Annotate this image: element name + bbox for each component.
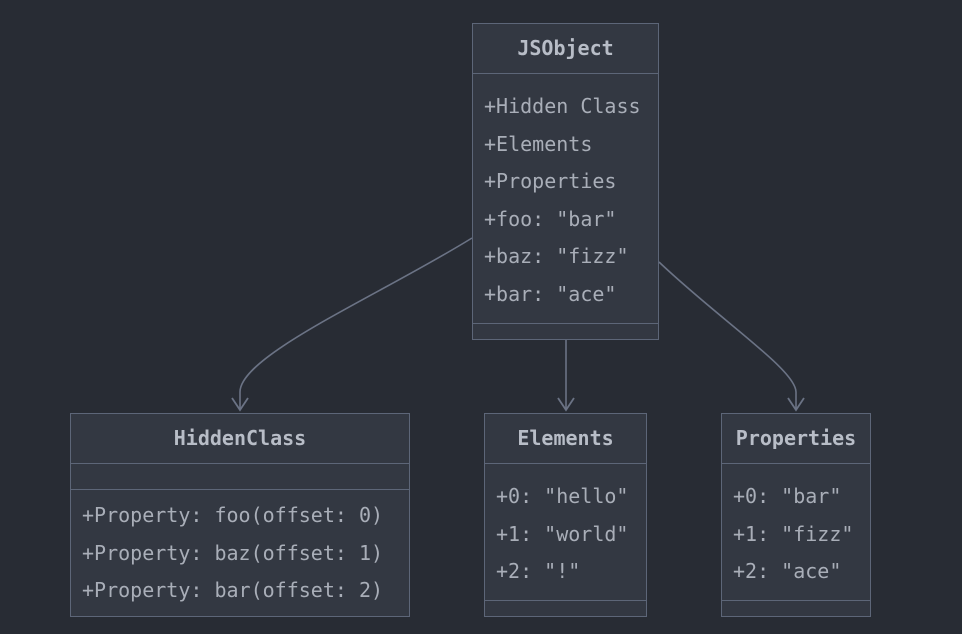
class-box-hiddenclass[interactable]: HiddenClass +Property: foo(offset: 0) +P… [70,413,410,617]
attribute-row: +Hidden Class [484,94,641,118]
attribute-row: +2: "!" [496,559,581,583]
attribute-row: +0: "hello" [496,484,629,508]
class-box-elements[interactable]: Elements +0: "hello" +1: "world" +2: "!" [484,413,647,617]
methods-section-hiddenclass: +Property: foo(offset: 0) +Property: baz… [71,490,409,618]
attribute-row: +0: "bar" [733,484,842,508]
attributes-section-jsobject: +Hidden Class +Elements +Properties +foo… [473,74,658,324]
attributes-section-hiddenclass [71,464,409,490]
class-title-properties: Properties [722,414,870,464]
method-row: +Property: baz(offset: 1) [82,540,384,565]
attributes-section-elements: +0: "hello" +1: "world" +2: "!" [485,464,646,601]
attributes-section-properties: +0: "bar" +1: "fizz" +2: "ace" [722,464,870,601]
methods-section-elements [485,601,646,615]
class-title-hiddenclass: HiddenClass [71,414,409,464]
attribute-row: +1: "world" [496,521,629,546]
methods-section-jsobject [473,324,658,338]
attribute-row: +1: "fizz" [733,521,854,546]
attribute-row: +baz: "fizz" [484,244,629,268]
method-row: +Property: bar(offset: 2) [82,578,384,602]
attribute-row: +Properties [484,169,617,193]
method-row: +Property: foo(offset: 0) [82,503,384,527]
class-diagram: JSObject +Hidden Class +Elements +Proper… [0,0,962,634]
edge-jsobject-to-hiddenclass [239,237,473,410]
class-box-properties[interactable]: Properties +0: "bar" +1: "fizz" +2: "ace… [721,413,871,617]
attribute-row: +2: "ace" [733,559,842,583]
edge-jsobject-to-properties [658,261,797,410]
class-title-elements: Elements [485,414,646,464]
class-box-jsobject[interactable]: JSObject +Hidden Class +Elements +Proper… [472,23,659,340]
methods-section-properties [722,601,870,615]
class-title-jsobject: JSObject [473,24,658,74]
attribute-row: +Elements [484,131,593,156]
attribute-row: +bar: "ace" [484,281,617,306]
attribute-row: +foo: "bar" [484,206,617,231]
